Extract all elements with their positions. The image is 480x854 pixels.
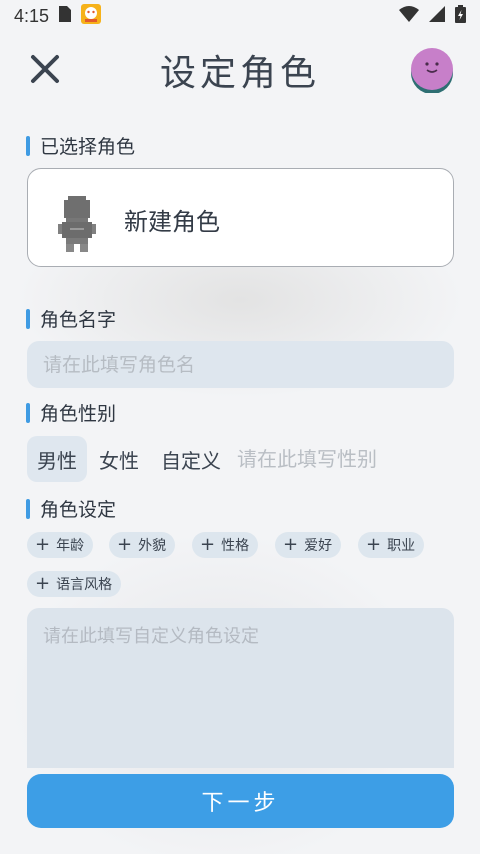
plus-icon: +: [35, 534, 51, 555]
signal-icon: [429, 5, 445, 27]
wifi-icon: [399, 5, 419, 27]
gender-options: 男性 女性 自定义: [27, 436, 397, 482]
section-marker: [26, 308, 30, 329]
next-button[interactable]: 下一步: [27, 774, 454, 828]
app-notification-icon: [81, 3, 102, 29]
role-name-input[interactable]: [27, 341, 454, 388]
role-name: 新建角色: [124, 208, 220, 236]
role-settings-heading-label: 角色设定: [40, 499, 117, 521]
custom-settings-textarea[interactable]: [27, 608, 454, 768]
tag-label: 年龄: [56, 538, 85, 554]
tag-hobby[interactable]: + 爱好: [275, 532, 342, 558]
tag-label: 职业: [387, 538, 416, 554]
plus-icon: +: [200, 534, 216, 555]
tag-label: 性格: [221, 538, 250, 554]
battery-icon: [455, 4, 466, 28]
tag-label: 外貌: [138, 538, 167, 554]
selected-role-card[interactable]: 新建角色: [27, 168, 454, 267]
selected-role-heading-label: 已选择角色: [40, 136, 136, 158]
role-gender-heading-label: 角色性别: [40, 403, 117, 425]
gender-option-female[interactable]: 女性: [89, 436, 149, 482]
gender-option-male[interactable]: 男性: [27, 436, 87, 482]
tag-occupation[interactable]: + 职业: [358, 532, 425, 558]
tag-appearance[interactable]: + 外貌: [109, 532, 176, 558]
tag-label: 语言风格: [56, 577, 113, 593]
section-marker: [26, 498, 30, 519]
page-title: 设定角色: [159, 53, 320, 94]
role-name-heading-label: 角色名字: [40, 309, 117, 331]
tag-speech-style[interactable]: + 语言风格: [27, 571, 122, 597]
header: 设定角色: [0, 38, 480, 102]
plus-icon: +: [117, 534, 133, 555]
avatar[interactable]: [409, 47, 455, 94]
section-marker: [26, 135, 30, 156]
gender-option-custom[interactable]: 自定义: [151, 436, 231, 482]
custom-gender-input[interactable]: [237, 447, 397, 471]
plus-icon: +: [283, 534, 299, 555]
tag-label: 爱好: [304, 538, 333, 554]
role-gender-heading: 角色性别: [26, 399, 116, 426]
section-marker: [26, 402, 30, 423]
tag-personality[interactable]: + 性格: [192, 532, 259, 558]
sim-card-icon: [59, 5, 72, 27]
tag-age[interactable]: + 年龄: [27, 532, 94, 558]
status-time: 4:15: [14, 5, 50, 26]
plus-icon: +: [366, 534, 382, 555]
status-bar: 4:15: [0, 0, 480, 32]
selected-role-heading: 已选择角色: [26, 132, 135, 159]
role-sprite-icon: [56, 194, 98, 254]
plus-icon: +: [35, 573, 51, 594]
role-name-heading: 角色名字: [26, 305, 116, 332]
role-settings-heading: 角色设定: [26, 495, 116, 522]
